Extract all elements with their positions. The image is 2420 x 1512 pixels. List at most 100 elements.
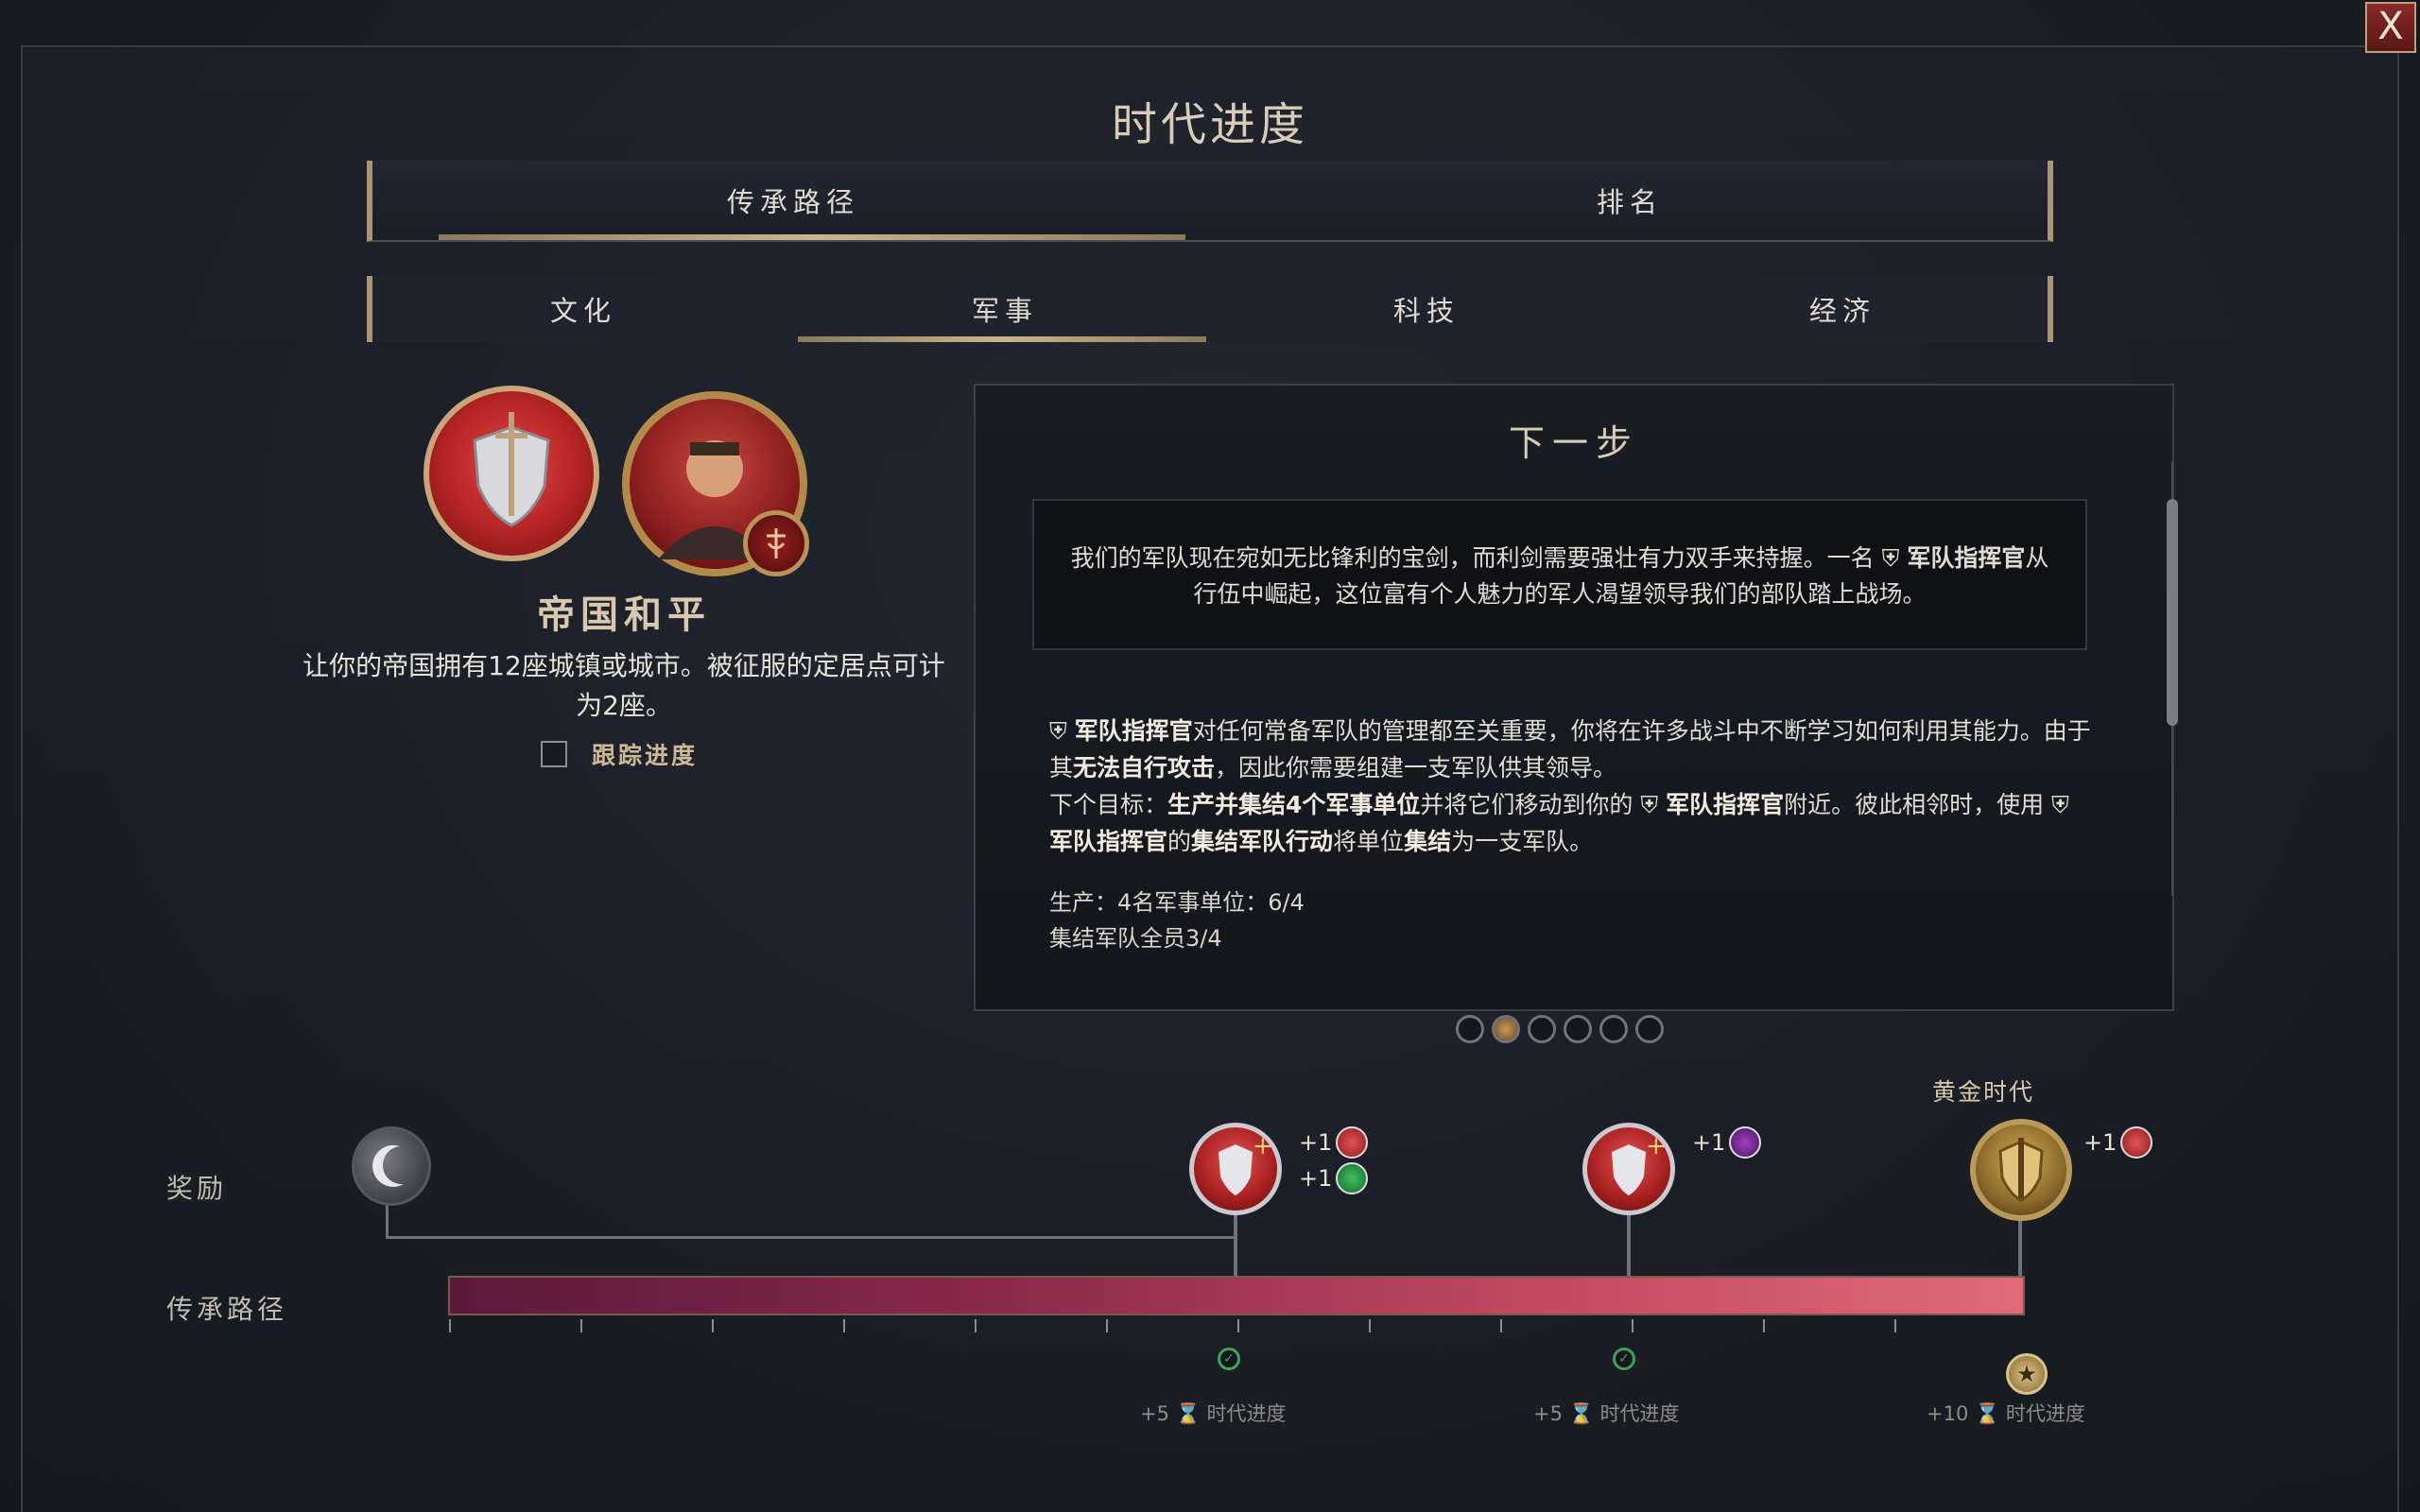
connector-line: [386, 1236, 1235, 1239]
military-icon: [2120, 1126, 2153, 1159]
term-assemble-action: 集结军队行动: [1191, 828, 1334, 855]
influence-icon: [1729, 1126, 1762, 1159]
bonus-value: +1: [1299, 1129, 1333, 1156]
progress-tick: [1237, 1319, 1239, 1332]
term-cannot-attack: 无法自行攻击: [1073, 754, 1216, 782]
close-button[interactable]: X: [2365, 2, 2416, 53]
tab-label: 排名: [1596, 186, 1663, 218]
tab-active-indicator: [439, 234, 1185, 240]
term-commander: 军队指挥官: [1666, 791, 1785, 818]
hourglass-icon: ⌛: [1568, 1402, 1594, 1425]
next-step-panel: 下一步 我们的军队现在宛如无比锋利的宝剑，而利剑需要强壮有力双手来持握。一名 ⛨…: [974, 384, 2178, 1011]
connector-line: [1234, 1213, 1237, 1276]
body-span: 将单位: [1333, 828, 1405, 855]
tab-economy[interactable]: 经济: [1637, 276, 2048, 342]
progress-tick: [843, 1319, 845, 1332]
term-commander: 军队指挥官: [1049, 828, 1168, 855]
hourglass-icon: ⌛: [1175, 1402, 1201, 1425]
sword-shield-laurel-icon: [424, 386, 599, 561]
age-progress-label: 时代进度: [2005, 1402, 2085, 1425]
milestone-check-icon: ✓: [1613, 1348, 1635, 1370]
track-progress-toggle[interactable]: 跟踪进度: [541, 737, 698, 771]
page-title: 时代进度: [1111, 98, 1308, 151]
progress-tick: [1763, 1319, 1765, 1332]
age-progress-label: 时代进度: [1599, 1402, 1680, 1425]
commander-icon: ⛨: [1049, 717, 1067, 745]
age-points: +5: [1533, 1402, 1563, 1425]
military-reward-1-icon[interactable]: +: [1189, 1123, 1282, 1215]
progress-tick: [1369, 1319, 1371, 1332]
progress-tick: [975, 1319, 977, 1332]
sub-tab-bar: 文化 军事 科技 经济: [367, 276, 2053, 342]
stat-produce: 生产：4名军事单位：6/4: [1049, 889, 1305, 916]
term-commander: 军队指挥官: [1074, 717, 1193, 745]
rewards-row-label: 奖励: [166, 1173, 228, 1204]
reward-bonus-a: +1: [1299, 1126, 1369, 1159]
body-span: ，因此你需要组建一支军队供其领导。: [1215, 754, 1617, 782]
tab-label: 科技: [1392, 295, 1460, 327]
bonus-value: +1: [1692, 1129, 1726, 1156]
quote-bold-term: 军队指挥官: [1907, 544, 2026, 572]
body-span: 的: [1167, 828, 1192, 855]
progress-tick: [1106, 1319, 1108, 1332]
objective-stats: 生产：4名军事单位：6/4 集结军队全员3/4: [1049, 885, 1305, 956]
tab-label: 经济: [1808, 295, 1876, 327]
tab-label: 文化: [549, 295, 616, 327]
tab-label: 传承路径: [726, 186, 859, 218]
military-reward-2-icon[interactable]: +: [1582, 1123, 1675, 1215]
tab-label: 军事: [971, 295, 1038, 327]
goal-description: 让你的帝国拥有12座城镇或城市。被征服的定居点可计为2座。: [302, 650, 945, 721]
page-dot[interactable]: [1635, 1015, 1664, 1043]
body-span: 下个目标：: [1049, 791, 1168, 818]
age-points: +10: [1927, 1402, 1969, 1425]
page-dot[interactable]: [1528, 1015, 1556, 1043]
commander-icon: ⛨: [2051, 791, 2069, 818]
tab-legacy-path[interactable]: 传承路径: [372, 161, 1214, 240]
golden-age-label: 黄金时代: [1932, 1078, 2035, 1106]
svg-text:+: +: [1253, 1132, 1273, 1160]
age-points: +5: [1140, 1402, 1169, 1425]
tab-culture[interactable]: 文化: [372, 276, 794, 342]
body-span: 为一支军队。: [1451, 828, 1594, 855]
crescent-reward-icon[interactable]: [352, 1126, 431, 1206]
svg-text:+: +: [1646, 1132, 1667, 1160]
page-dot[interactable]: [1599, 1015, 1628, 1043]
tab-military[interactable]: 军事: [794, 276, 1216, 342]
track-progress-label: 跟踪进度: [592, 742, 699, 769]
progress-tick: [1500, 1319, 1502, 1332]
reward-bonus-b: +1: [1299, 1162, 1369, 1194]
path-row-label: 传承路径: [166, 1294, 288, 1325]
progress-tick: [1632, 1319, 1634, 1332]
panel-scrollbar[interactable]: [2167, 461, 2178, 896]
progress-tick: [580, 1319, 582, 1332]
page-dot-active[interactable]: [1492, 1015, 1520, 1043]
age-progress-reward: +5 ⌛ 时代进度: [1533, 1399, 1680, 1427]
panel-title: 下一步: [1508, 422, 1639, 464]
age-progress-label: 时代进度: [1206, 1402, 1287, 1425]
progress-tick: [449, 1319, 451, 1332]
tab-rankings[interactable]: 排名: [1214, 161, 2046, 240]
commander-icon: ⛨: [1881, 544, 1900, 572]
army-badge-icon: [743, 510, 809, 576]
page-dot[interactable]: [1456, 1015, 1484, 1043]
body-span: 附近。彼此相邻时，使用: [1784, 791, 2045, 818]
term-objective: 生产并集结4个军事单位: [1167, 791, 1421, 818]
track-progress-checkbox[interactable]: [541, 741, 567, 767]
goal-title: 帝国和平: [537, 593, 711, 637]
body-span: 并将它们移动到你的: [1420, 791, 1634, 818]
age-progress-reward: +5 ⌛ 时代进度: [1140, 1399, 1287, 1427]
tab-science[interactable]: 科技: [1216, 276, 1637, 342]
hourglass-icon: ⌛: [1975, 1402, 2000, 1425]
reward-bonus-c: +1: [1692, 1126, 1762, 1159]
instruction-text: ⛨ 军队指挥官对任何常备军队的管理都至关重要，你将在许多战斗中不断学习如何利用其…: [1049, 713, 2099, 860]
flavor-quote: 我们的军队现在宛如无比锋利的宝剑，而利剑需要强壮有力双手来持握。一名 ⛨ 军队指…: [1032, 499, 2087, 650]
reward-bonus-d: +1: [2083, 1126, 2153, 1159]
main-tab-bar: 传承路径 排名: [367, 161, 2053, 242]
scroll-thumb[interactable]: [2167, 499, 2178, 726]
bonus-value: +1: [2083, 1129, 2118, 1156]
quote-text: 我们的军队现在宛如无比锋利的宝剑，而利剑需要强壮有力双手来持握。一名: [1070, 544, 1875, 572]
golden-age-reward-icon[interactable]: [1970, 1119, 2072, 1221]
connector-line: [1627, 1213, 1631, 1276]
commander-icon: ⛨: [1640, 791, 1659, 818]
page-dot[interactable]: [1564, 1015, 1592, 1043]
